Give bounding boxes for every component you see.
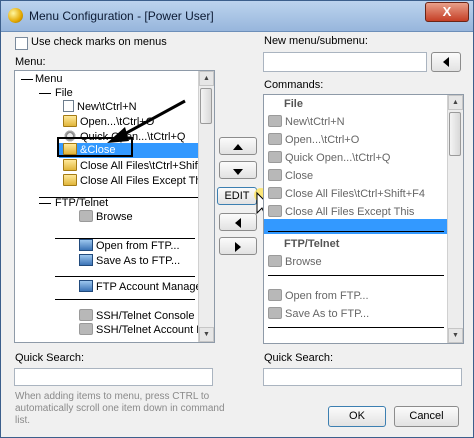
arrow-left-icon	[443, 57, 449, 67]
doc-icon	[63, 100, 74, 113]
command-item[interactable]: File	[284, 97, 303, 112]
add-menu-button[interactable]	[431, 52, 461, 72]
command-item[interactable]: Close All Files Except This	[268, 205, 414, 220]
menu-configuration-window: Menu Configuration - [Power User] X Use …	[0, 0, 474, 438]
command-item[interactable]: Close	[268, 169, 313, 184]
cancel-button[interactable]: Cancel	[394, 406, 459, 427]
tree-line-ftp	[39, 203, 51, 204]
app-icon	[8, 8, 23, 23]
scroll-up-arrow-icon[interactable]: ▲	[448, 95, 463, 110]
tree-item[interactable]: Menu	[35, 72, 63, 87]
command-separator	[268, 231, 444, 232]
command-icon	[268, 187, 282, 200]
computer-icon	[79, 254, 93, 267]
scroll-up-arrow-icon[interactable]: ▲	[199, 71, 214, 86]
command-item[interactable]: New\tCtrl+N	[268, 115, 345, 130]
move-right-button[interactable]	[219, 237, 257, 255]
tree-item[interactable]: FTP Account Manager...	[79, 280, 214, 295]
check-marks-label: Use check marks on menus	[31, 36, 167, 48]
tree-item[interactable]: Close All Files\tCtrl+Shift+F4	[63, 159, 214, 174]
commands-list[interactable]: File New\tCtrl+N Open...\tCtrl+O Quick O…	[263, 94, 464, 344]
command-icon	[268, 151, 282, 164]
tree-item[interactable]: SSH/Telnet Account Ma	[79, 323, 212, 338]
folder-icon	[63, 159, 77, 172]
computer-icon	[79, 280, 93, 293]
command-item[interactable]: Browse	[268, 255, 322, 270]
scrollbar-thumb[interactable]	[449, 112, 461, 156]
tree-item[interactable]: File	[55, 86, 73, 101]
tree-item[interactable]: Open from FTP...	[79, 239, 180, 254]
quick-search-label: Quick Search:	[15, 352, 85, 364]
tree-item[interactable]: Save As to FTP...	[79, 254, 180, 269]
command-icon	[268, 307, 282, 320]
new-menu-input[interactable]	[263, 52, 427, 72]
folder-icon	[63, 174, 77, 187]
command-icon	[268, 255, 282, 268]
tree-separator	[55, 276, 195, 277]
quick-search-input[interactable]	[14, 368, 213, 386]
command-item[interactable]: Save As to FTP...	[268, 307, 369, 322]
tree-separator	[55, 299, 195, 300]
network-icon	[79, 323, 93, 336]
command-icon	[268, 169, 282, 182]
commands-quick-search-label: Quick Search:	[264, 352, 334, 364]
network-icon	[79, 309, 93, 322]
arrow-up-icon	[233, 144, 243, 150]
arrow-left-icon	[235, 218, 241, 228]
tree-item[interactable]: Close All Files Except This	[63, 174, 209, 189]
close-button[interactable]: X	[425, 2, 469, 22]
command-separator	[268, 327, 444, 328]
scroll-down-arrow-icon[interactable]: ▼	[199, 327, 214, 342]
folder-open-icon	[63, 115, 77, 128]
command-item[interactable]: Close All Files\tCtrl+Shift+F4	[268, 187, 425, 202]
tree-item[interactable]: Browse	[79, 210, 133, 225]
ok-button[interactable]: OK	[328, 406, 386, 427]
move-down-button[interactable]	[219, 161, 257, 179]
arrow-right-icon	[235, 242, 241, 252]
window-title: Menu Configuration - [Power User]	[29, 9, 214, 23]
title-bar: Menu Configuration - [Power User] X	[1, 1, 473, 32]
command-icon	[268, 289, 282, 302]
menu-tree-scrollbar[interactable]: ▲ ▼	[198, 71, 214, 342]
command-separator	[268, 275, 444, 276]
computer-icon	[79, 239, 93, 252]
command-item[interactable]: Open from FTP...	[268, 289, 369, 304]
hint-text: When adding items to menu, press CTRL to…	[15, 391, 225, 426]
command-item[interactable]: FTP/Telnet	[284, 237, 339, 252]
arrow-down-icon	[233, 169, 243, 175]
tree-item[interactable]: FTP/Telnet	[55, 196, 108, 211]
tree-line-menu	[21, 79, 33, 80]
command-item[interactable]: Quick Open...\tCtrl+Q	[268, 151, 390, 166]
command-icon	[268, 133, 282, 146]
commands-quick-search-input[interactable]	[263, 368, 462, 386]
tree-line-file	[39, 93, 51, 94]
move-up-button[interactable]	[219, 137, 257, 155]
close-icon: X	[442, 4, 452, 19]
menu-label: Menu:	[15, 56, 46, 68]
move-left-button[interactable]	[219, 213, 257, 231]
scroll-down-arrow-icon[interactable]: ▼	[448, 328, 463, 343]
new-menu-label: New menu/submenu:	[264, 35, 368, 47]
command-icon	[268, 205, 282, 218]
command-item[interactable]: Open...\tCtrl+O	[268, 133, 359, 148]
check-marks-checkbox[interactable]	[15, 37, 28, 50]
network-icon	[79, 210, 93, 223]
pointer-arrow-icon	[107, 99, 186, 143]
command-icon	[268, 115, 282, 128]
commands-label: Commands:	[264, 79, 324, 91]
scrollbar-thumb[interactable]	[200, 88, 212, 124]
tree-item[interactable]: SSH/Telnet Console	[79, 309, 194, 324]
commands-scrollbar[interactable]: ▲ ▼	[447, 95, 463, 343]
